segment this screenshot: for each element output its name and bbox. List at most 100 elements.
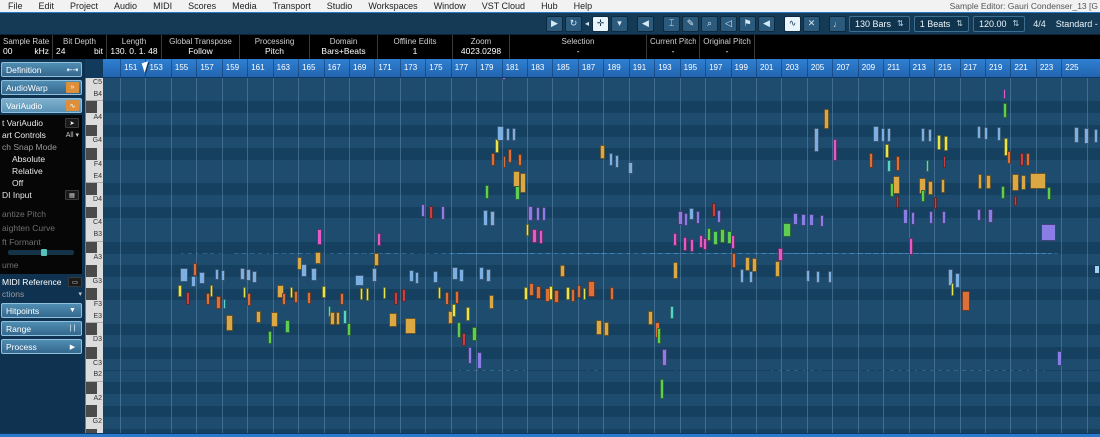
variaudio-segment[interactable]	[290, 287, 293, 298]
variaudio-segment[interactable]	[816, 271, 820, 283]
autoscroll-options-dropdown[interactable]: ▾	[611, 16, 628, 32]
variaudio-segment[interactable]	[604, 322, 609, 336]
inspector-tab-process[interactable]: Process▶	[1, 339, 82, 354]
variaudio-segment[interactable]	[896, 156, 900, 171]
variaudio-segment[interactable]	[588, 281, 595, 297]
scrub-tool[interactable]: ◀	[758, 16, 775, 32]
variaudio-segment[interactable]	[984, 127, 988, 140]
variaudio-segment[interactable]	[347, 323, 351, 336]
variaudio-segment[interactable]	[955, 273, 960, 288]
inspector-item-pitch-snap-mode[interactable]: ch Snap Mode	[0, 141, 82, 153]
info-offline-edits[interactable]: Offline Edits1	[378, 35, 453, 59]
variaudio-segment[interactable]	[520, 173, 526, 193]
variaudio-segment[interactable]	[689, 208, 694, 220]
edit-variaudio-button[interactable]: ➤	[65, 118, 79, 128]
variaudio-segment[interactable]	[731, 235, 735, 249]
menu-item-studio[interactable]: Studio	[319, 1, 361, 11]
variaudio-segment[interactable]	[909, 238, 913, 255]
variaudio-segment[interactable]	[421, 204, 425, 217]
variaudio-segment[interactable]	[610, 287, 614, 300]
variaudio-segment[interactable]	[1014, 196, 1017, 206]
variaudio-segment[interactable]	[683, 237, 687, 251]
variaudio-segment[interactable]	[941, 179, 945, 193]
range-select-tool[interactable]: ⌶	[663, 16, 680, 32]
variaudio-segment[interactable]	[934, 197, 937, 209]
menu-item-midi[interactable]: MIDI	[145, 1, 180, 11]
variaudio-segment[interactable]	[752, 258, 757, 272]
variaudio-segment[interactable]	[684, 213, 688, 226]
variaudio-segment[interactable]	[833, 139, 837, 161]
info-sample-rate[interactable]: Sample Rate00kHz	[0, 35, 53, 59]
variaudio-segment[interactable]	[322, 286, 326, 298]
variaudio-segment[interactable]	[223, 299, 226, 309]
variaudio-segment[interactable]	[486, 269, 491, 282]
piano-key-f4[interactable]: F4	[86, 160, 103, 172]
beats-field[interactable]: 1 Beats⇅	[914, 16, 969, 32]
menu-item-workspaces[interactable]: Workspaces	[360, 1, 425, 11]
variaudio-segment[interactable]	[801, 214, 806, 226]
variaudio-segment[interactable]	[515, 186, 520, 200]
variaudio-segment[interactable]	[793, 213, 798, 225]
variaudio-segment[interactable]	[506, 128, 510, 141]
variaudio-segment[interactable]	[717, 210, 721, 223]
menu-item-edit[interactable]: Edit	[31, 1, 63, 11]
variaudio-segment[interactable]	[814, 128, 819, 152]
variaudio-segment[interactable]	[712, 203, 716, 217]
variaudio-segment[interactable]	[911, 212, 915, 225]
variaudio-segment[interactable]	[903, 209, 908, 224]
variaudio-segment[interactable]	[1003, 89, 1006, 99]
info-domain[interactable]: DomainBars+Beats	[310, 35, 378, 59]
variaudio-segment[interactable]	[929, 211, 933, 224]
variaudio-segment[interactable]	[394, 292, 398, 305]
variaudio-segment[interactable]	[720, 229, 725, 243]
play-tool[interactable]: ◁	[720, 16, 737, 32]
variaudio-segment[interactable]	[524, 287, 528, 300]
variaudio-segment[interactable]	[268, 331, 272, 344]
variaudio-segment[interactable]	[243, 287, 246, 298]
inspector-tab-audiowarp[interactable]: AudioWarp»	[1, 80, 82, 95]
variaudio-segment[interactable]	[707, 228, 711, 241]
variaudio-segment[interactable]	[885, 144, 889, 158]
piano-key-d3[interactable]: D3	[86, 335, 103, 347]
variaudio-segment[interactable]	[459, 269, 464, 282]
variaudio-segment[interactable]	[497, 126, 504, 141]
play-button[interactable]: ▶	[546, 16, 563, 32]
piano-key-c5[interactable]: C5	[86, 78, 103, 90]
variaudio-segment[interactable]	[383, 287, 386, 299]
variaudio-segment[interactable]	[307, 292, 311, 304]
variaudio-segment[interactable]	[678, 211, 683, 225]
cycle-button[interactable]: ↻	[565, 16, 582, 32]
inspector-item-pitch-snap-off[interactable]: Off	[0, 177, 82, 189]
piano-key-as4[interactable]	[86, 101, 103, 113]
variaudio-segment[interactable]	[749, 271, 753, 283]
piano-key-gs3[interactable]	[86, 265, 103, 277]
inspector-item-straighten-curve[interactable]: aighten Curve	[0, 221, 82, 235]
piano-key-ds4[interactable]	[86, 183, 103, 195]
variaudio-segment[interactable]	[489, 295, 494, 309]
variaudio-segment[interactable]	[330, 312, 335, 325]
variaudio-segment[interactable]	[340, 293, 344, 305]
variaudio-segment[interactable]	[415, 272, 419, 284]
variaudio-segment[interactable]	[455, 291, 459, 304]
variaudio-segment[interactable]	[560, 265, 565, 277]
piano-key-a4[interactable]: A4	[86, 113, 103, 125]
functions-value[interactable]: ▾	[78, 290, 82, 298]
inspector-item-pitch-snap-absolute[interactable]: Absolute	[0, 153, 82, 165]
variaudio-segment[interactable]	[311, 268, 317, 281]
variaudio-segment[interactable]	[600, 145, 605, 159]
variaudio-segment[interactable]	[438, 287, 441, 299]
variaudio-segment[interactable]	[869, 153, 873, 168]
smart-controls-value[interactable]: All ▾	[66, 131, 79, 139]
variaudio-segment[interactable]	[472, 327, 477, 341]
variaudio-segment[interactable]	[921, 128, 925, 142]
variaudio-segment[interactable]	[199, 272, 205, 284]
variaudio-segment[interactable]	[1026, 153, 1030, 166]
variaudio-segment[interactable]	[1074, 127, 1079, 143]
variaudio-segment[interactable]	[873, 126, 879, 142]
variaudio-segment[interactable]	[696, 211, 700, 224]
variaudio-editor-canvas[interactable]	[103, 78, 1100, 433]
variaudio-segment[interactable]	[508, 149, 512, 163]
variaudio-segment[interactable]	[452, 267, 458, 280]
info-original-pitch[interactable]: Original Pitch-	[700, 35, 755, 59]
length-bars-field-stepper[interactable]: ⇅	[897, 19, 904, 28]
